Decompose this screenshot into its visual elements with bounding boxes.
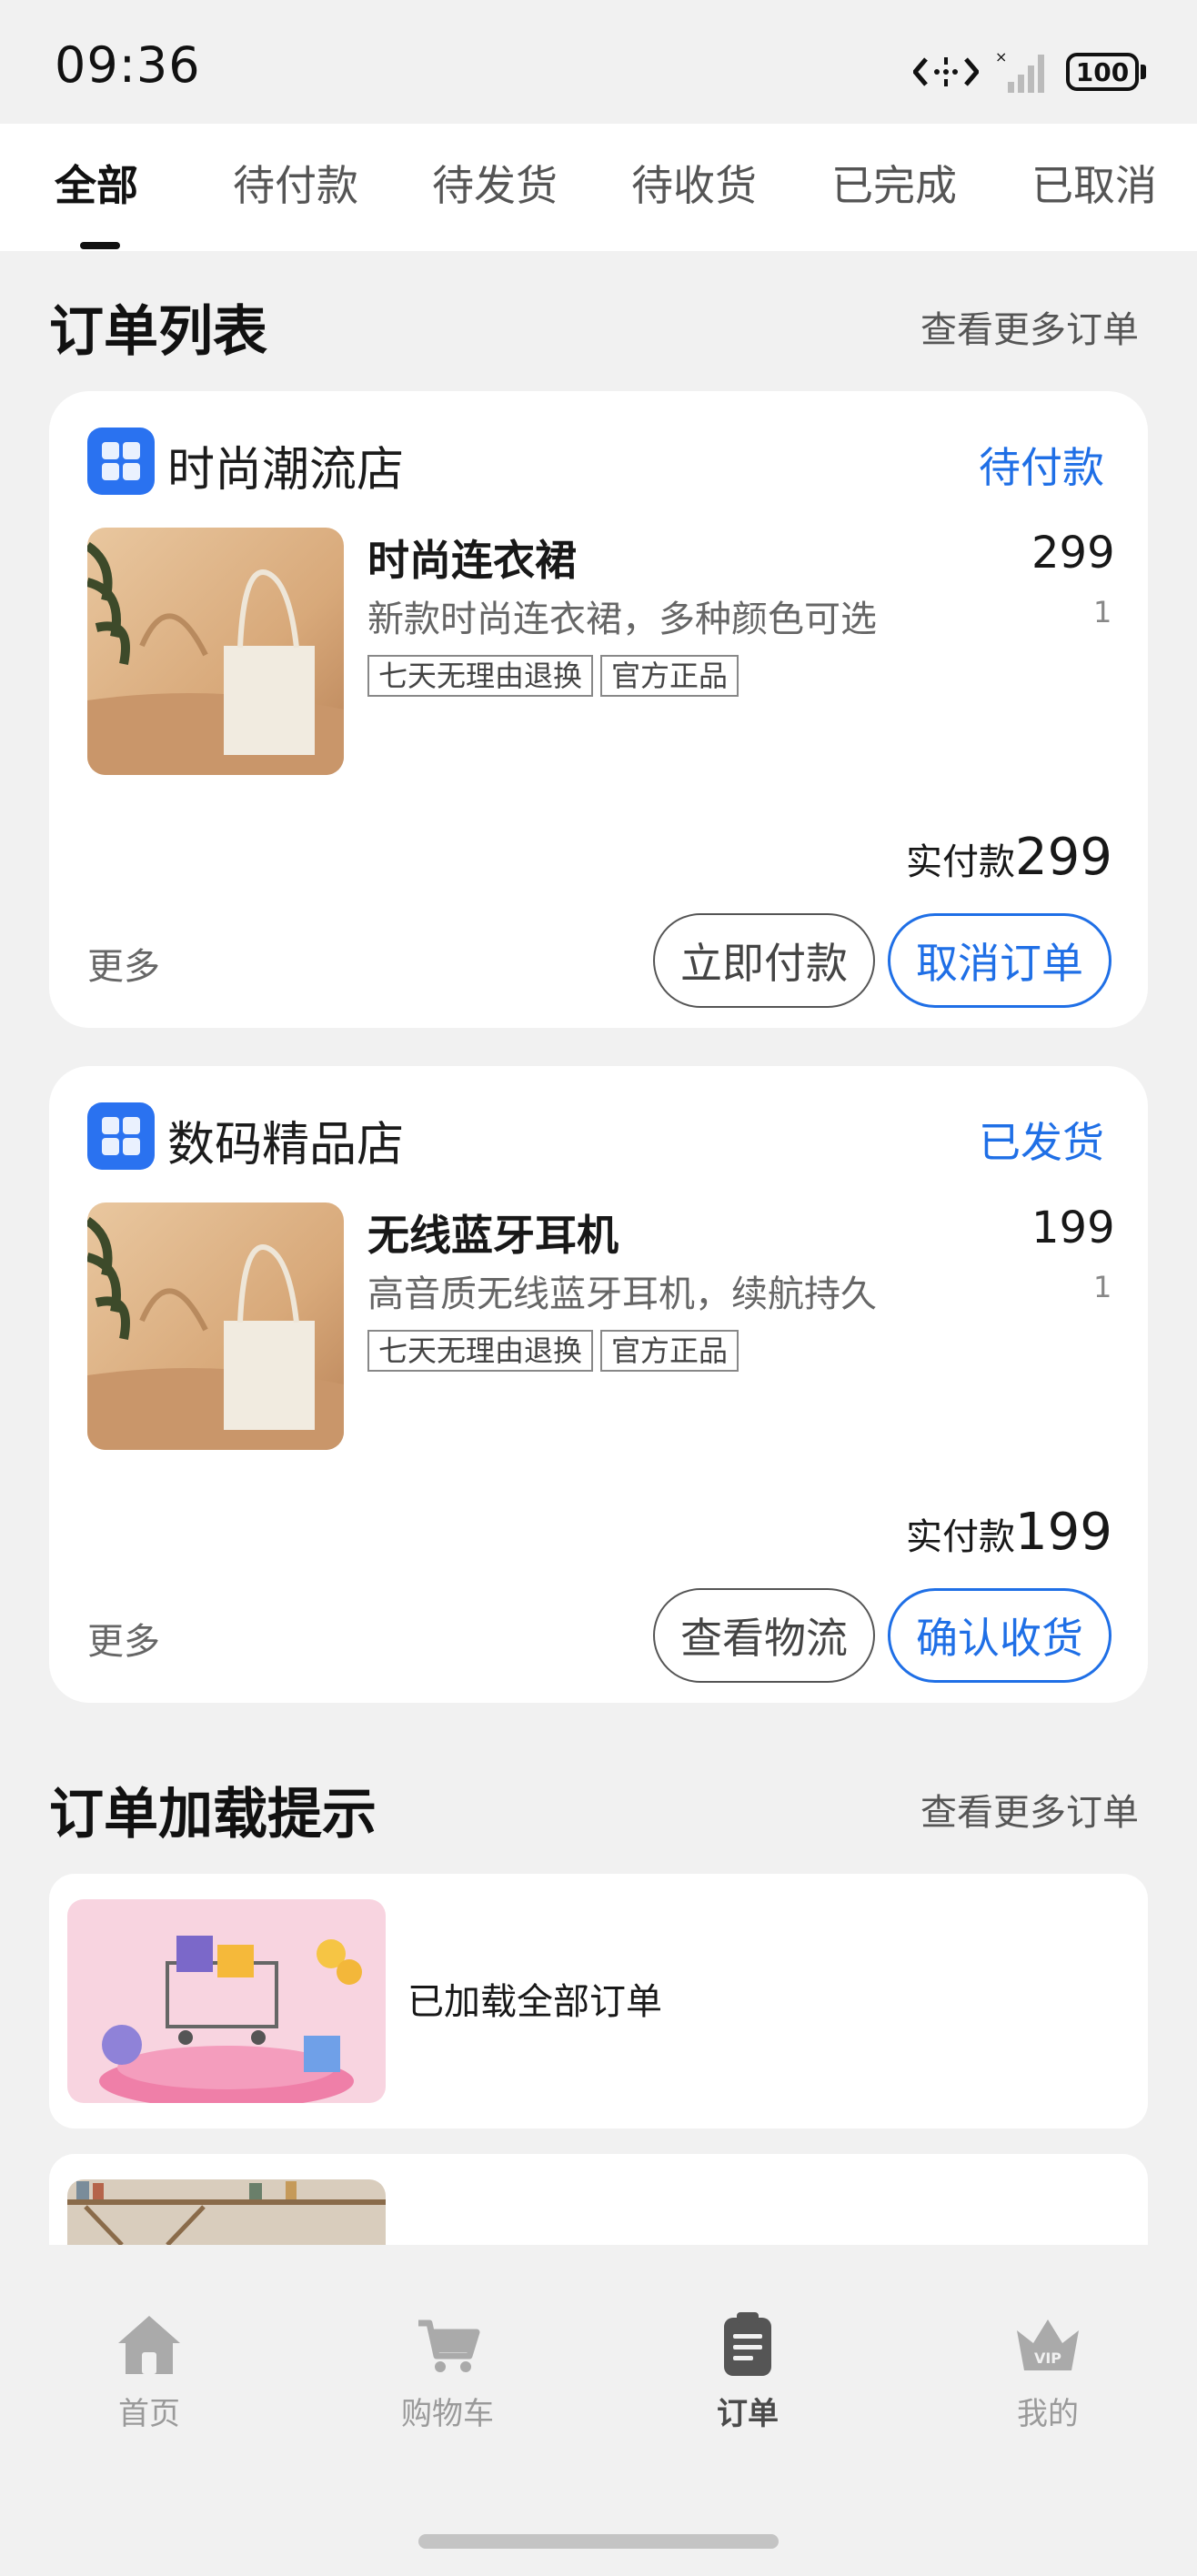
order-list-title: 订单列表 [49,300,267,364]
paid-label: 实付款 [906,1516,1015,1558]
product-quantity: 1 [1093,595,1112,629]
more-link[interactable]: 更多 [87,937,160,990]
order-status: 待付款 [979,443,1104,492]
shopping-cart-banner-image [67,1899,386,2103]
product-price: 299 [1031,528,1115,579]
shop-name[interactable]: 数码精品店 [167,1106,404,1174]
load-section-title: 订单加载提示 [49,1783,377,1846]
tab-pending-shipment[interactable]: 待发货 [432,153,558,213]
nav-profile[interactable]: VIP 我的 [975,2310,1121,2433]
cancel-order-button[interactable]: 取消订单 [888,913,1112,1008]
nav-home[interactable]: 首页 [76,2310,222,2433]
product-name[interactable]: 时尚连衣裙 [367,528,577,588]
confirm-receipt-button[interactable]: 确认收货 [888,1588,1112,1683]
nav-cart[interactable]: 购物车 [375,2310,520,2433]
product-tags: 七天无理由退换 官方正品 [367,1330,739,1372]
home-indicator [418,2534,779,2549]
load-complete-message: 已加载全部订单 [407,1981,662,2023]
nav-home-label: 首页 [118,2396,180,2432]
product-tags: 七天无理由退换 官方正品 [367,655,739,697]
order-status: 已发货 [979,1118,1104,1167]
signal-icon: × [995,49,1044,93]
vip-crown-icon: VIP [1017,2319,1079,2370]
tab-pending-receipt[interactable]: 待收货 [631,153,757,213]
nav-orders[interactable]: 订单 [675,2310,820,2433]
shop-logo-icon [87,428,155,495]
data-transfer-icon [913,57,979,86]
shop-logo-icon [87,1102,155,1170]
tab-cancelled[interactable]: 已取消 [1031,153,1157,213]
status-icons: × 100 [913,40,1146,104]
status-time: 09:36 [55,36,201,94]
tag-official: 官方正品 [600,655,739,697]
paid-total: 实付款 299 [906,828,1112,887]
pay-now-button[interactable]: 立即付款 [653,913,875,1008]
more-link[interactable]: 更多 [87,1612,160,1665]
order-icon [724,2312,771,2376]
tag-return-policy: 七天无理由退换 [367,655,594,697]
product-description: 新款时尚连衣裙，多种颜色可选 [367,599,877,640]
cart-icon [418,2319,480,2372]
product-image[interactable] [87,1202,344,1450]
product-description: 高音质无线蓝牙耳机，续航持久 [367,1273,877,1315]
tag-official: 官方正品 [600,1330,739,1372]
tab-completed[interactable]: 已完成 [831,153,957,213]
product-name[interactable]: 无线蓝牙耳机 [367,1202,619,1263]
shop-name[interactable]: 时尚潮流店 [167,431,404,499]
battery-level: 100 [1075,56,1130,87]
product-quantity: 1 [1093,1270,1112,1304]
svg-text:×: × [995,49,1007,65]
nav-profile-label: 我的 [1017,2396,1079,2432]
bookshelf-banner-image [67,2179,386,2245]
active-tab-indicator [80,242,120,249]
tab-pending-payment[interactable]: 待付款 [233,153,358,213]
product-image[interactable] [87,528,344,775]
tab-all[interactable]: 全部 [55,153,138,213]
home-icon [118,2316,180,2374]
nav-orders-label: 订单 [717,2396,779,2432]
order-tab-bar [0,124,1197,251]
paid-total: 实付款 199 [906,1503,1112,1562]
track-shipment-button[interactable]: 查看物流 [653,1588,875,1683]
svg-text:VIP: VIP [1034,2350,1061,2367]
paid-amount: 199 [1015,1503,1112,1562]
paid-label: 实付款 [906,841,1015,883]
nav-cart-label: 购物车 [401,2396,494,2432]
battery-icon: 100 [1066,53,1146,91]
product-price: 199 [1031,1202,1115,1253]
load-section-more-link[interactable]: 查看更多订单 [920,1783,1139,1836]
order-list-more-link[interactable]: 查看更多订单 [920,300,1139,353]
paid-amount: 299 [1015,828,1112,887]
tag-return-policy: 七天无理由退换 [367,1330,594,1372]
